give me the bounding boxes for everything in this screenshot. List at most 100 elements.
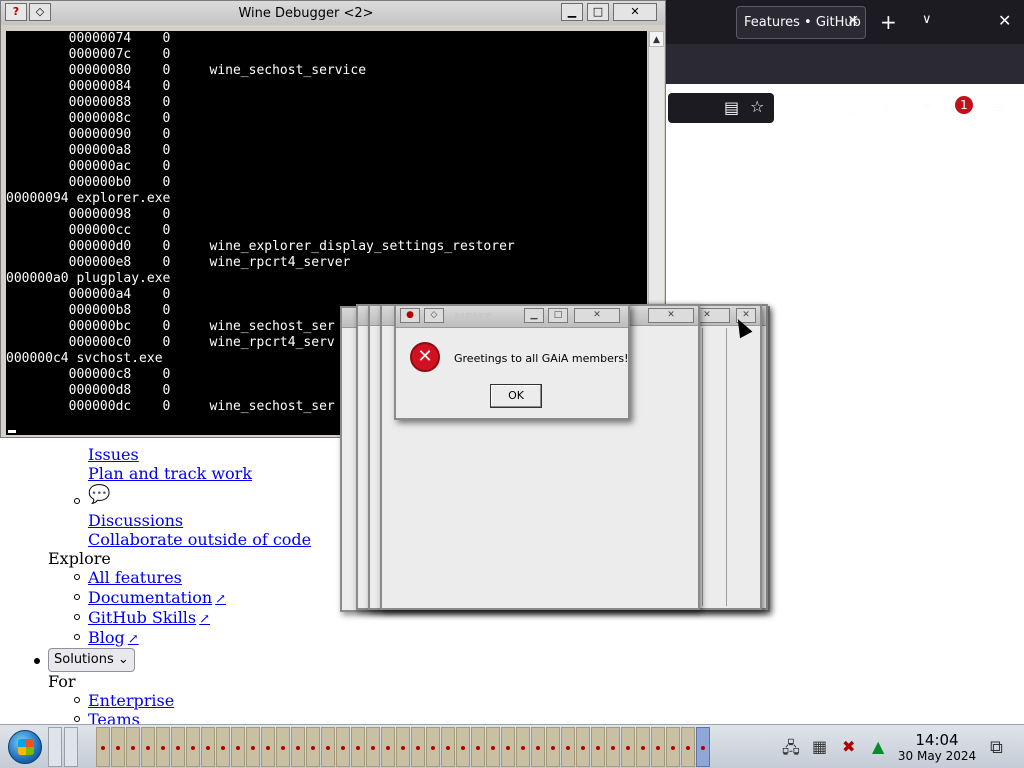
ok-button[interactable]: OK xyxy=(490,384,542,408)
taskbar-window-button[interactable] xyxy=(216,727,230,767)
tab-title: Features • GitHub xyxy=(744,15,861,30)
taskbar-window-button[interactable] xyxy=(396,727,410,767)
link-blog[interactable]: Blog ↗ xyxy=(88,628,139,647)
bullet xyxy=(74,574,80,580)
notes-tray-icon[interactable]: ▦ xyxy=(812,737,827,756)
console-line: 0000008c 0 xyxy=(6,111,171,126)
link-documentation[interactable]: Documentation ↗ xyxy=(88,588,226,607)
wine-app-icon xyxy=(131,746,135,750)
taskbar-window-button[interactable] xyxy=(591,727,605,767)
discussions-icon: 💬 xyxy=(88,484,111,505)
link-enterprise[interactable]: Enterprise xyxy=(88,691,174,710)
taskbar-window-button[interactable] xyxy=(276,727,290,767)
taskbar-window-button[interactable] xyxy=(156,727,170,767)
taskbar-window-button[interactable] xyxy=(426,727,440,767)
taskbar-window-button[interactable] xyxy=(126,727,140,767)
taskbar-window-button[interactable] xyxy=(441,727,455,767)
wine-app-icon[interactable]: ● xyxy=(400,308,420,323)
taskbar-window-button[interactable] xyxy=(546,727,560,767)
quick-launch-browser[interactable] xyxy=(64,727,78,767)
scroll-up-icon[interactable]: ▲ xyxy=(649,31,664,47)
tab-close-icon[interactable]: ✕ xyxy=(847,13,859,29)
taskbar-window-button[interactable] xyxy=(351,727,365,767)
list-all-tabs-button[interactable]: ∨ xyxy=(922,12,932,27)
close-icon[interactable]: ✕ xyxy=(574,308,620,323)
link-plan-track[interactable]: Plan and track work xyxy=(88,464,252,483)
console-line: 000000e8 0 wine_rpcrt4_server xyxy=(6,255,351,270)
link-all-features[interactable]: All features xyxy=(88,568,182,587)
link-collaborate[interactable]: Collaborate outside of code xyxy=(88,530,311,549)
console-line: 00000074 0 xyxy=(6,31,171,46)
taskbar-window-button[interactable] xyxy=(636,727,650,767)
new-tab-button[interactable]: + xyxy=(880,10,897,34)
taskbar-window-button[interactable] xyxy=(531,727,545,767)
minimize-icon[interactable]: ▁ xyxy=(561,3,583,21)
taskbar-window-button[interactable] xyxy=(381,727,395,767)
taskbar-window-button[interactable] xyxy=(111,727,125,767)
taskbar-window-button[interactable] xyxy=(651,727,665,767)
clock-date[interactable]: 30 May 2024 xyxy=(896,749,978,763)
taskbar-window-button[interactable] xyxy=(366,727,380,767)
divider xyxy=(702,328,703,606)
taskbar-window-button[interactable] xyxy=(681,727,695,767)
upload-tray-icon[interactable]: ▲ xyxy=(872,737,884,756)
taskbar-window-button[interactable] xyxy=(291,727,305,767)
taskbar-window-button[interactable] xyxy=(561,727,575,767)
taskbar-window-button[interactable] xyxy=(501,727,515,767)
wine-app-icon xyxy=(461,746,465,750)
close-icon[interactable]: ✕ xyxy=(648,308,694,323)
taskbar-window-button[interactable] xyxy=(486,727,500,767)
taskbar-window-button[interactable] xyxy=(411,727,425,767)
wine-app-icon xyxy=(221,746,225,750)
taskbar-window-button[interactable] xyxy=(96,727,110,767)
taskbar-window-button[interactable] xyxy=(606,727,620,767)
taskbar-window-button[interactable] xyxy=(171,727,185,767)
minimize-icon[interactable]: ▁ xyxy=(524,308,544,323)
taskbar-window-button[interactable] xyxy=(456,727,470,767)
taskbar-window-button[interactable] xyxy=(201,727,215,767)
console-line: 000000a0 plugplay.exe xyxy=(6,271,171,286)
bullet xyxy=(74,634,80,640)
console-line: 00000090 0 xyxy=(6,127,171,142)
for-heading: For xyxy=(48,672,76,691)
taskbar-window-button[interactable] xyxy=(246,727,260,767)
link-blog-label: Blog xyxy=(88,628,125,647)
show-desktop-icon[interactable]: ⧉ xyxy=(990,737,1003,758)
taskbar-window-button[interactable] xyxy=(666,727,680,767)
wine-app-icon xyxy=(686,746,690,750)
taskbar-window-button[interactable] xyxy=(321,727,335,767)
taskbar-window-button[interactable] xyxy=(231,727,245,767)
solutions-button[interactable]: Solutions ⌄ xyxy=(48,648,135,672)
clock-time[interactable]: 14:04 xyxy=(906,731,968,749)
taskbar-window-button[interactable] xyxy=(306,727,320,767)
wine-debugger-titlebar[interactable]: ? ◇ Wine Debugger <2> ▁ □ ✕ xyxy=(1,1,665,25)
maximize-icon[interactable]: □ xyxy=(587,3,609,21)
window-menu-icon[interactable]: ◇ xyxy=(424,308,444,323)
maximize-icon[interactable]: □ xyxy=(548,308,568,323)
taskbar-window-button[interactable] xyxy=(621,727,635,767)
taskbar-window-button[interactable] xyxy=(186,727,200,767)
taskbar-window-button[interactable] xyxy=(261,727,275,767)
external-link-icon: ↗ xyxy=(127,632,139,647)
wine-app-icon xyxy=(521,746,525,750)
network-tray-icon[interactable]: 🖧 xyxy=(782,737,800,764)
tab-features-github[interactable]: Features • GitHub ✕ xyxy=(736,6,866,39)
taskbar-window-button[interactable] xyxy=(141,727,155,767)
taskbar-window-button[interactable] xyxy=(696,727,710,767)
close-window-button[interactable]: ✕ xyxy=(998,11,1011,30)
link-issues[interactable]: Issues xyxy=(88,445,139,464)
link-github-skills[interactable]: GitHub Skills ↗ xyxy=(88,608,210,627)
taskbar-window-button[interactable] xyxy=(576,727,590,767)
message-box-titlebar[interactable]: ● ◇ MEMZ ▁ □ ✕ xyxy=(396,306,628,328)
taskbar-window-button[interactable] xyxy=(336,727,350,767)
bullet xyxy=(34,658,40,664)
start-button[interactable] xyxy=(8,730,42,764)
quick-launch-explorer[interactable] xyxy=(48,727,62,767)
taskbar-window-button[interactable] xyxy=(471,727,485,767)
taskbar-window-button[interactable] xyxy=(516,727,530,767)
wine-app-icon xyxy=(506,746,510,750)
close-icon[interactable]: ✕ xyxy=(613,3,657,21)
link-discussions[interactable]: Discussions xyxy=(88,511,183,530)
console-line: 000000a8 0 xyxy=(6,143,171,158)
volume-muted-tray-icon[interactable]: ✖ xyxy=(842,737,855,756)
